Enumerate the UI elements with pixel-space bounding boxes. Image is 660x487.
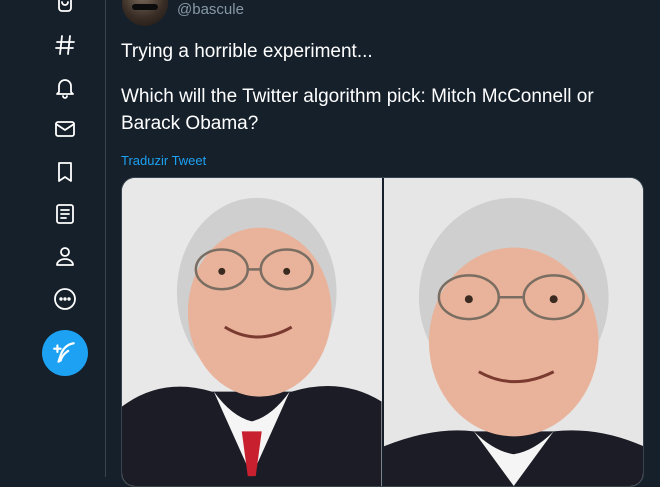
compose-tweet-button[interactable] bbox=[42, 330, 88, 376]
tweet-container: @bascule Trying a horrible experiment...… bbox=[106, 0, 660, 487]
notifications-bell-icon[interactable] bbox=[51, 73, 79, 101]
bookmarks-icon[interactable] bbox=[51, 158, 79, 186]
lists-icon[interactable] bbox=[51, 200, 79, 228]
bookmark-bag-icon[interactable] bbox=[51, 0, 79, 16]
compose-tweet-icon bbox=[53, 342, 75, 363]
tweet-photo-left[interactable] bbox=[122, 178, 382, 486]
translate-tweet-link[interactable]: Traduzir Tweet bbox=[121, 153, 206, 168]
more-icon[interactable] bbox=[51, 285, 79, 313]
sidebar-nav bbox=[0, 0, 106, 477]
tweet-text-line1: Trying a horrible experiment... bbox=[121, 41, 373, 62]
tweet-handle[interactable]: @bascule bbox=[177, 1, 244, 18]
tweet-text: Trying a horrible experiment... Which wi… bbox=[121, 38, 651, 137]
explore-hashtag-icon[interactable] bbox=[51, 31, 79, 59]
avatar[interactable] bbox=[122, 0, 168, 26]
tweet-text-line2: Which will the Twitter algorithm pick: M… bbox=[121, 86, 594, 134]
profile-icon[interactable] bbox=[51, 242, 79, 270]
tweet-media bbox=[121, 177, 644, 487]
messages-envelope-icon[interactable] bbox=[51, 115, 79, 143]
tweet-photo-right[interactable] bbox=[383, 178, 643, 486]
